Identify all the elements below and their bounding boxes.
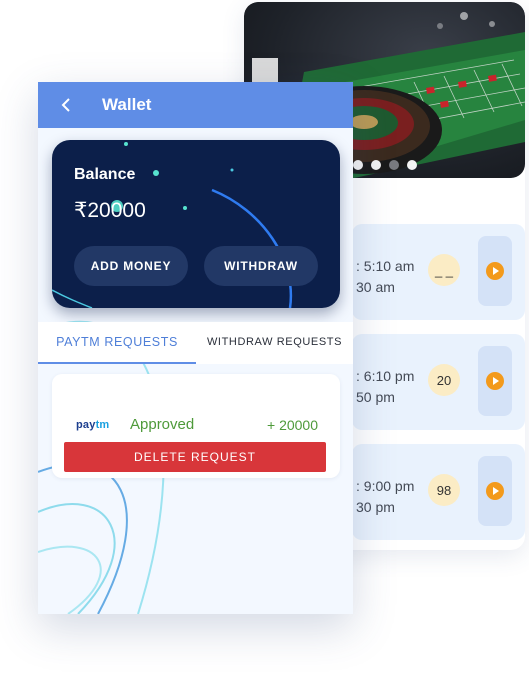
game-result-badge: 20 (428, 364, 460, 396)
wallet-screen: Wallet Balance ₹20000 ADD MONEY WITHDRAW… (38, 82, 353, 614)
tab-paytm-requests[interactable]: PAYTM REQUESTS (38, 322, 196, 362)
balance-label: Balance (74, 166, 136, 183)
game-close-time: 30 am (356, 279, 395, 295)
play-button[interactable] (478, 236, 512, 306)
pagination-dot[interactable] (353, 160, 363, 170)
tab-withdraw-requests[interactable]: WITHDRAW REQUESTS (196, 322, 353, 362)
active-tab-indicator (38, 362, 196, 364)
request-item: paytm Approved + 20000 DELETE REQUEST (52, 374, 340, 478)
pagination-dot-active[interactable] (407, 160, 417, 170)
add-money-button[interactable]: ADD MONEY (74, 246, 188, 286)
request-status: Approved (130, 416, 195, 433)
game-open-time: : 9:00 pm (356, 478, 415, 494)
request-tabs: PAYTM REQUESTS WITHDRAW REQUESTS (38, 322, 353, 364)
pagination-dot[interactable] (371, 160, 381, 170)
play-icon (486, 372, 504, 390)
game-result-badge: _ _ (428, 254, 460, 286)
play-icon (486, 262, 504, 280)
game-row[interactable]: : 6:10 pm 50 pm 20 (352, 334, 525, 430)
game-close-time: 30 pm (356, 499, 395, 515)
play-button[interactable] (478, 346, 512, 416)
game-row[interactable]: : 5:10 am 30 am _ _ (352, 224, 525, 320)
game-open-time: : 6:10 pm (356, 368, 415, 384)
back-arrow-icon[interactable] (56, 95, 76, 115)
withdraw-button[interactable]: WITHDRAW (204, 246, 318, 286)
page-title: Wallet (102, 95, 152, 114)
play-icon (486, 482, 504, 500)
app-bar: Wallet (38, 82, 353, 128)
play-button[interactable] (478, 456, 512, 526)
game-row[interactable]: : 9:00 pm 30 pm 98 (352, 444, 525, 540)
paytm-logo: paytm (76, 419, 110, 431)
game-close-time: 50 pm (356, 389, 395, 405)
pagination-dot[interactable] (389, 160, 399, 170)
game-result-badge: 98 (428, 474, 460, 506)
game-open-time: : 5:10 am (356, 258, 415, 274)
balance-card: Balance ₹20000 ADD MONEY WITHDRAW (52, 140, 340, 308)
delete-request-button[interactable]: DELETE REQUEST (64, 442, 326, 472)
balance-amount: ₹20000 (74, 199, 146, 222)
request-amount: + 20000 (267, 417, 318, 433)
